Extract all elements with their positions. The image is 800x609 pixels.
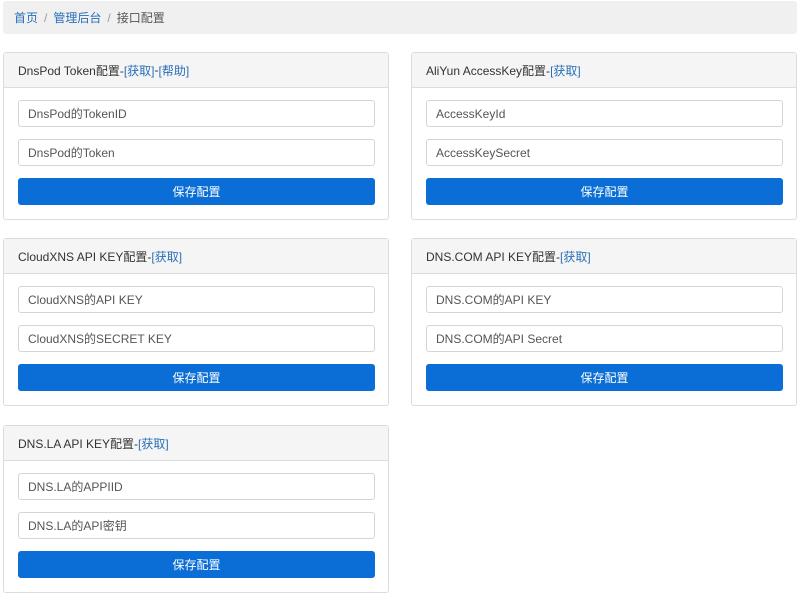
panel-title: CloudXNS API KEY配置-: [18, 249, 152, 264]
breadcrumb-current: 接口配置: [116, 11, 165, 25]
dnspod-token-input[interactable]: [18, 139, 375, 166]
cloudxns-api-key-input[interactable]: [18, 286, 375, 313]
panel-heading: DNS.LA API KEY配置- [获取]: [4, 426, 388, 461]
panel-heading: DNS.COM API KEY配置- [获取]: [412, 239, 796, 274]
panel-heading: CloudXNS API KEY配置- [获取]: [4, 239, 388, 274]
save-dnspod-button[interactable]: 保存配置: [18, 178, 375, 205]
aliyun-accesskeyid-input[interactable]: [426, 100, 783, 127]
breadcrumb-separator: /: [107, 10, 111, 25]
breadcrumb-home-link[interactable]: 首页: [14, 9, 38, 26]
dnscom-api-secret-input[interactable]: [426, 325, 783, 352]
breadcrumb-separator: /: [44, 10, 48, 25]
panel-title: DnsPod Token配置-: [18, 63, 124, 78]
help-link[interactable]: [帮助]: [159, 62, 190, 79]
get-cloudxns-key-link[interactable]: [获取]: [151, 248, 182, 265]
save-aliyun-button[interactable]: 保存配置: [426, 178, 783, 205]
dnspod-tokenid-input[interactable]: [18, 100, 375, 127]
get-dnscom-key-link[interactable]: [获取]: [560, 248, 591, 265]
breadcrumb-admin-link[interactable]: 管理后台: [53, 9, 101, 26]
panel-heading: DnsPod Token配置- [获取] - [帮助]: [4, 53, 388, 88]
dnscom-config-panel: DNS.COM API KEY配置- [获取] 保存配置: [411, 238, 797, 406]
save-cloudxns-button[interactable]: 保存配置: [18, 364, 375, 391]
panel-title: AliYun AccessKey配置-: [426, 63, 551, 78]
get-dnsla-key-link[interactable]: [获取]: [138, 435, 169, 452]
aliyun-accesskeysecret-input[interactable]: [426, 139, 783, 166]
dnsla-config-panel: DNS.LA API KEY配置- [获取] 保存配置: [3, 425, 389, 593]
save-dnscom-button[interactable]: 保存配置: [426, 364, 783, 391]
panel-heading: AliYun AccessKey配置- [获取]: [412, 53, 796, 88]
dnsla-appid-input[interactable]: [18, 473, 375, 500]
save-dnsla-button[interactable]: 保存配置: [18, 551, 375, 578]
dnspod-config-panel: DnsPod Token配置- [获取] - [帮助] 保存配置: [3, 52, 389, 220]
cloudxns-config-panel: CloudXNS API KEY配置- [获取] 保存配置: [3, 238, 389, 406]
breadcrumb: 首页 / 管理后台 / 接口配置: [3, 1, 797, 34]
dnsla-api-key-input[interactable]: [18, 512, 375, 539]
get-token-link[interactable]: [获取]: [124, 62, 155, 79]
panel-title: DNS.LA API KEY配置-: [18, 436, 139, 451]
get-accesskey-link[interactable]: [获取]: [550, 62, 581, 79]
cloudxns-secret-key-input[interactable]: [18, 325, 375, 352]
panel-title: DNS.COM API KEY配置-: [426, 249, 561, 264]
aliyun-config-panel: AliYun AccessKey配置- [获取] 保存配置: [411, 52, 797, 220]
dnscom-api-key-input[interactable]: [426, 286, 783, 313]
